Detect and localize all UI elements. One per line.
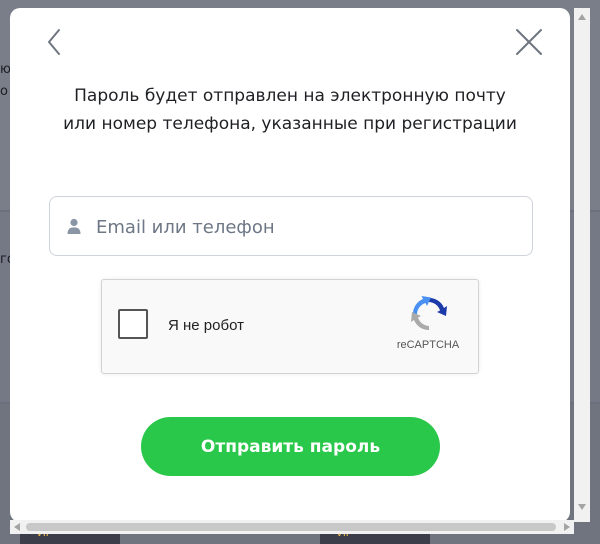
chevron-left-icon[interactable] <box>42 26 66 58</box>
email-phone-input[interactable] <box>94 197 518 257</box>
recaptcha-logo-icon[interactable] <box>409 294 449 334</box>
background-text-fragment: о <box>0 84 8 99</box>
instruction-line: Пароль будет отправлен на электронную по… <box>74 86 506 106</box>
scroll-down-arrow-icon[interactable] <box>578 504 586 510</box>
recaptcha-label: Я не робот <box>168 317 244 334</box>
scroll-right-arrow-icon[interactable] <box>564 523 570 531</box>
vertical-scrollbar[interactable] <box>574 8 590 522</box>
user-icon <box>67 218 81 234</box>
email-phone-field[interactable] <box>49 196 533 257</box>
scroll-up-arrow-icon[interactable] <box>578 14 586 20</box>
instruction-text: Пароль будет отправлен на электронную по… <box>40 82 540 138</box>
close-icon[interactable] <box>513 26 545 58</box>
horizontal-scrollbar[interactable] <box>10 520 574 534</box>
recaptcha-widget: Я не робот reCAPTCHA <box>101 279 479 374</box>
instruction-line: или номер телефона, указанные при регист… <box>63 114 517 134</box>
scrollbar-thumb[interactable] <box>26 523 556 531</box>
scroll-left-arrow-icon[interactable] <box>14 523 20 531</box>
send-password-button[interactable]: Отправить пароль <box>141 417 440 476</box>
recaptcha-checkbox[interactable] <box>118 309 148 339</box>
forgot-password-modal: Пароль будет отправлен на электронную по… <box>10 8 570 522</box>
recaptcha-brand: reCAPTCHA <box>396 339 460 351</box>
